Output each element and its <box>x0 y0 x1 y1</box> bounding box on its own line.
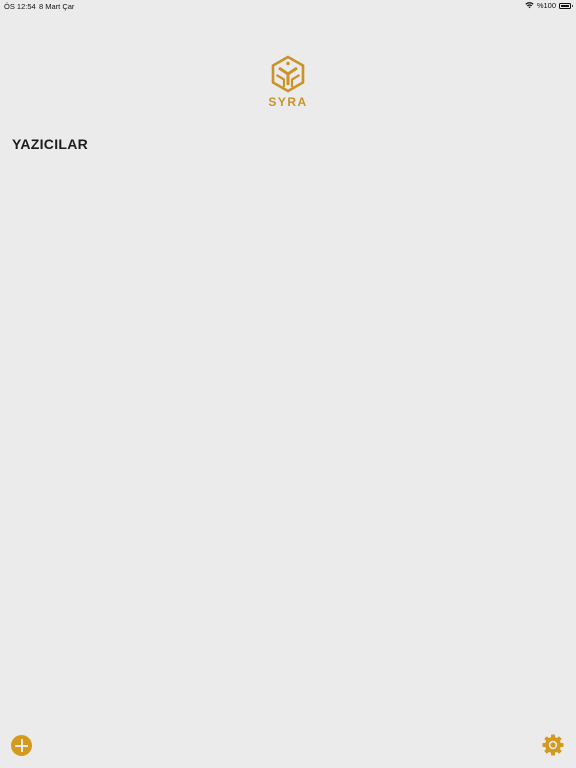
add-printer-button[interactable] <box>11 735 32 756</box>
status-date: 8 Mart Çar <box>39 2 75 11</box>
syra-logo: SYRA <box>262 55 314 111</box>
settings-button[interactable] <box>542 734 564 756</box>
app-screen: ÖS 12:54 8 Mart Çar %100 SYRA YAZICILAR <box>0 0 576 768</box>
logo-text: SYRA <box>268 95 308 109</box>
printers-section-title: YAZICILAR <box>12 136 89 152</box>
battery-icon <box>559 2 573 9</box>
status-bar: ÖS 12:54 8 Mart Çar %100 <box>0 0 576 12</box>
syra-logo-icon <box>271 55 305 93</box>
battery-fill <box>561 4 569 7</box>
battery-percentage: %100 <box>536 1 556 10</box>
wifi-icon <box>525 2 534 9</box>
status-time: ÖS 12:54 <box>4 2 36 11</box>
status-right: %100 <box>525 1 573 10</box>
gear-icon <box>542 734 564 756</box>
